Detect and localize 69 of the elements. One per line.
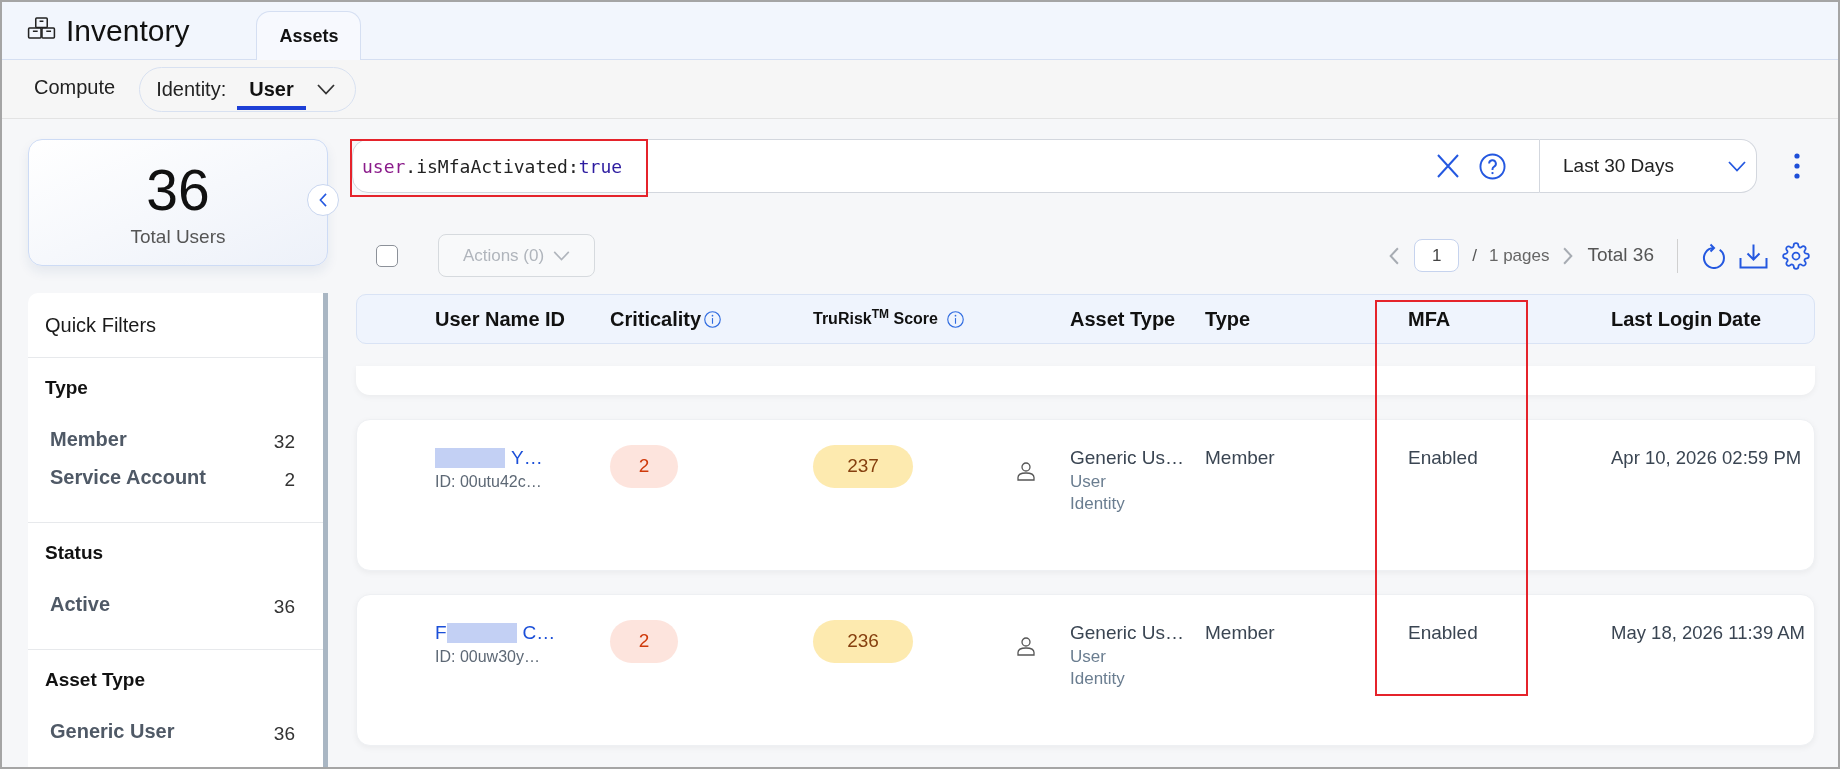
user-name-link[interactable]: F C… xyxy=(435,620,556,646)
checkbox[interactable] xyxy=(376,244,398,267)
page-count: 1 pages xyxy=(1488,244,1550,267)
filter-option[interactable]: Member xyxy=(50,427,127,451)
asset-subtype: User xyxy=(1070,646,1106,668)
section-title: Status xyxy=(45,541,105,565)
filter-count: 2 xyxy=(284,468,295,492)
asset-category: Identity xyxy=(1070,493,1125,515)
chevron-down-icon xyxy=(1728,160,1746,172)
filter-count: 32 xyxy=(273,430,295,454)
search-query[interactable]: user.isMfaActivated:true xyxy=(362,152,623,180)
filter-count: 36 xyxy=(273,722,295,746)
chevron-left-icon xyxy=(319,193,327,207)
filter-option[interactable]: Active xyxy=(50,592,111,616)
date-range-dropdown[interactable]: Last 30 Days xyxy=(1540,139,1757,193)
user-name-link[interactable]: Y… xyxy=(435,445,543,471)
page-separator: / xyxy=(1472,244,1477,267)
close-icon[interactable] xyxy=(1437,154,1459,178)
mfa-status: Enabled xyxy=(1408,622,1478,643)
filter-option[interactable]: Generic User xyxy=(50,719,175,743)
asset-type: Generic Us… xyxy=(1070,446,1185,470)
page-input[interactable]: 1 xyxy=(1414,239,1460,272)
scrollbar[interactable] xyxy=(323,293,328,767)
user-type: Member xyxy=(1205,447,1275,468)
column-header: Type xyxy=(1205,307,1251,332)
section-title: Type xyxy=(45,376,89,400)
page-title: Inventory xyxy=(66,12,190,49)
selected-option[interactable]: User xyxy=(237,67,306,110)
user-id: ID: 00uw30y… xyxy=(435,647,540,667)
result-total: Total 36 xyxy=(1587,243,1654,268)
user-type: Member xyxy=(1205,622,1275,643)
column-header: Criticality xyxy=(610,307,702,332)
info-icon[interactable] xyxy=(704,310,722,328)
refresh-icon[interactable] xyxy=(1702,242,1726,269)
last-login-date: Apr 10, 2026 02:59 PM xyxy=(1611,447,1802,468)
person-icon xyxy=(1017,462,1035,481)
more-icon[interactable] xyxy=(1794,153,1800,179)
collapse-button[interactable] xyxy=(307,184,339,216)
asset-subtype: User xyxy=(1070,471,1106,493)
total-count: 36 xyxy=(146,162,210,219)
criticality-badge: 2 xyxy=(610,445,678,488)
help-icon[interactable] xyxy=(1479,152,1506,180)
column-header: MFA xyxy=(1408,307,1451,332)
chevron-down-icon xyxy=(316,83,335,95)
person-icon xyxy=(1017,637,1035,656)
filter-count: 36 xyxy=(273,595,295,619)
info-icon[interactable] xyxy=(946,310,964,328)
column-header: Last Login Date xyxy=(1611,307,1761,332)
column-header: TruRisk$^{TM}$ Score xyxy=(813,307,938,329)
settings-icon[interactable] xyxy=(1782,241,1810,270)
total-label: Total Users xyxy=(130,225,226,249)
section-title: Asset Type xyxy=(45,668,146,692)
risk-score-badge: 237 xyxy=(813,445,913,488)
filter-option[interactable]: Service Account xyxy=(50,465,206,489)
asset-category: Identity xyxy=(1070,668,1125,690)
boxes-icon xyxy=(27,17,56,39)
tab[interactable]: Assets xyxy=(256,11,362,60)
dropdown-label: Identity: xyxy=(156,77,227,102)
user-id: ID: 00utu42c… xyxy=(435,472,542,492)
last-login-date: May 18, 2026 11:39 AM xyxy=(1611,622,1806,643)
chevron-down-icon xyxy=(553,250,571,261)
download-icon[interactable] xyxy=(1739,242,1768,269)
nav-link[interactable]: Compute xyxy=(34,66,116,112)
criticality-badge: 2 xyxy=(610,620,678,663)
column-header: User Name ID xyxy=(435,307,566,332)
column-header: Asset Type xyxy=(1070,307,1176,332)
mfa-status: Enabled xyxy=(1408,447,1478,468)
risk-score-badge: 236 xyxy=(813,620,913,663)
asset-type: Generic Us… xyxy=(1070,621,1185,645)
